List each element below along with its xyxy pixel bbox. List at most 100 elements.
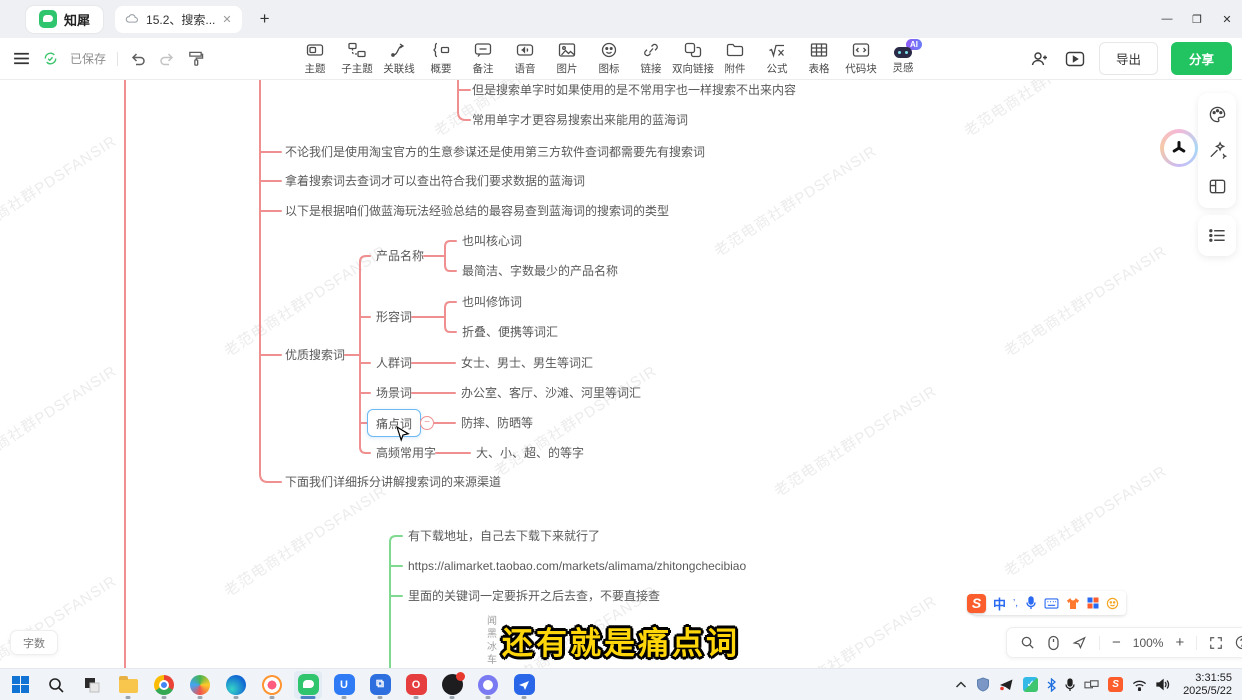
- tool-link[interactable]: 链接: [630, 38, 672, 79]
- video-tutorial-icon[interactable]: [1064, 49, 1086, 69]
- lang-mode-icon[interactable]: 中: [993, 594, 1006, 613]
- red-o-app-icon[interactable]: O: [402, 671, 430, 699]
- tool-relation-line[interactable]: 关联线: [378, 38, 420, 79]
- purple-ring-app-icon[interactable]: [474, 671, 502, 699]
- mindmap-node[interactable]: https://alimarket.taobao.com/markets/ali…: [408, 558, 746, 574]
- mindmap-canvas[interactable]: 老范电商社群PDSFANSIR 老范电商社群PDSFANSIR 老范电商社群PD…: [0, 80, 1242, 668]
- mindmap-node[interactable]: 以下是根据咱们做蓝海玩法经验总结的最容易查到蓝海词的搜索词的类型: [285, 203, 669, 219]
- telegram-icon[interactable]: [999, 678, 1014, 691]
- collaborators-icon[interactable]: [1029, 49, 1051, 69]
- wifi-icon[interactable]: [1132, 679, 1147, 691]
- tray-sogou-icon[interactable]: S: [1108, 677, 1123, 692]
- magic-wand-icon[interactable]: [1208, 141, 1227, 160]
- window-overlap-app-icon[interactable]: ⧉: [366, 671, 394, 699]
- chrome-icon[interactable]: [150, 671, 178, 699]
- mindmap-node[interactable]: 高频常用字: [376, 445, 436, 461]
- theme-palette-icon[interactable]: [1208, 105, 1227, 124]
- tool-table[interactable]: 表格: [798, 38, 840, 79]
- keyboard-icon[interactable]: [1044, 598, 1059, 609]
- tool-image[interactable]: 图片: [546, 38, 588, 79]
- mic-icon[interactable]: [1025, 596, 1037, 610]
- mindmap-node[interactable]: 女士、男士、男生等词汇: [461, 355, 593, 371]
- volume-icon[interactable]: [1156, 678, 1170, 691]
- redo-icon[interactable]: [158, 50, 176, 68]
- mindmap-node[interactable]: 不论我们是使用淘宝官方的生意参谋还是使用第三方软件查词都需要先有搜索词: [285, 144, 705, 160]
- ai-assistant-button[interactable]: [1160, 129, 1198, 167]
- mindmap-node[interactable]: 里面的关键词一定要拆开之后去查，不要直接查: [408, 588, 660, 604]
- edge-icon[interactable]: [222, 671, 250, 699]
- bluetooth-icon[interactable]: [1047, 678, 1056, 692]
- new-tab-button[interactable]: +: [260, 9, 270, 29]
- start-button[interactable]: [6, 671, 34, 699]
- mindmap-node[interactable]: 防摔、防晒等: [461, 415, 533, 431]
- blue-u-app-icon[interactable]: U: [330, 671, 358, 699]
- export-button[interactable]: 导出: [1099, 42, 1158, 75]
- mindmap-node[interactable]: 拿着搜索词去查词才可以查出符合我们要求数据的蓝海词: [285, 173, 585, 189]
- skin-shirt-icon[interactable]: [1066, 597, 1080, 610]
- help-icon[interactable]: [1235, 635, 1242, 650]
- tab-close-icon[interactable]: ✕: [222, 13, 231, 26]
- outline-list-icon[interactable]: [1208, 226, 1227, 245]
- tool-attachment[interactable]: 附件: [714, 38, 756, 79]
- display-duplicate-icon[interactable]: [1084, 679, 1099, 691]
- mindmap-node[interactable]: 人群词: [376, 355, 412, 371]
- mindmap-node[interactable]: 办公室、客厅、沙滩、河里等词汇: [461, 385, 641, 401]
- blue-plane-app-icon[interactable]: [510, 671, 538, 699]
- mindmap-node[interactable]: 折叠、便携等词汇: [462, 324, 558, 340]
- mindmap-node[interactable]: 产品名称: [376, 248, 424, 264]
- format-painter-icon[interactable]: [187, 50, 204, 67]
- minimize-button[interactable]: —: [1152, 13, 1182, 25]
- mindmap-node-quality[interactable]: 优质搜索词: [285, 347, 345, 363]
- tool-inspiration-ai[interactable]: AI 灵感: [882, 38, 924, 79]
- restore-button[interactable]: ❐: [1182, 13, 1212, 26]
- toolbox-grid-icon[interactable]: [1087, 597, 1099, 609]
- mindmap-node[interactable]: 形容词: [376, 309, 412, 325]
- mindmap-node[interactable]: 常用单字才更容易搜索出来能用的蓝海词: [472, 112, 688, 128]
- search-icon[interactable]: [1020, 635, 1035, 650]
- mindmap-node[interactable]: 大、小、超、的等字: [476, 445, 584, 461]
- zhixi-app-icon[interactable]: [294, 671, 322, 699]
- sogou-logo-icon[interactable]: S: [967, 594, 986, 613]
- zoom-in-button[interactable]: +: [1175, 634, 1184, 651]
- layout-structure-icon[interactable]: [1208, 177, 1227, 196]
- tool-code-block[interactable]: 代码块: [840, 38, 882, 79]
- word-count-badge[interactable]: 字数: [10, 630, 58, 655]
- share-button[interactable]: 分享: [1171, 42, 1232, 75]
- green-check-app-icon[interactable]: ✓: [1023, 677, 1038, 692]
- close-button[interactable]: ✕: [1212, 13, 1242, 26]
- mindmap-node[interactable]: 下面我们详细拆分讲解搜索词的来源渠道: [285, 474, 501, 490]
- mindmap-node-pain-selected[interactable]: 痛点词: [367, 409, 421, 437]
- tool-topic[interactable]: 主题: [294, 38, 336, 79]
- mindmap-node[interactable]: 有下载地址，自己去下载下来就行了: [408, 528, 600, 544]
- mindmap-node[interactable]: 也叫修饰词: [462, 294, 522, 310]
- zoom-out-button[interactable]: −: [1112, 634, 1121, 651]
- fullscreen-icon[interactable]: [1209, 636, 1223, 650]
- task-view-icon[interactable]: [78, 671, 106, 699]
- tool-subtopic[interactable]: 子主题: [336, 38, 378, 79]
- tool-icon-emoji[interactable]: 图标: [588, 38, 630, 79]
- app-home-button[interactable]: 知犀: [26, 6, 103, 33]
- browser-360-icon[interactable]: [186, 671, 214, 699]
- undo-icon[interactable]: [129, 50, 147, 68]
- mindmap-node[interactable]: 场景词: [376, 385, 412, 401]
- mindmap-node[interactable]: 也叫核心词: [462, 233, 522, 249]
- taskbar-search-icon[interactable]: [42, 671, 70, 699]
- file-explorer-icon[interactable]: [114, 671, 142, 699]
- security-shield-icon[interactable]: [976, 677, 990, 692]
- taskbar-clock[interactable]: 3:31:55 2025/5/22: [1183, 672, 1232, 698]
- navigate-icon[interactable]: [1072, 635, 1087, 650]
- tool-formula[interactable]: 公式: [756, 38, 798, 79]
- tool-bidirectional-link[interactable]: 双向链接: [672, 38, 714, 79]
- orange-app-icon[interactable]: [258, 671, 286, 699]
- menu-icon[interactable]: [12, 49, 31, 68]
- document-tab[interactable]: 15.2、搜索... ✕: [115, 6, 242, 33]
- mindmap-node[interactable]: 但是搜索单字时如果使用的是不常用字也一样搜索不出来内容: [472, 82, 796, 98]
- dark-app-notification-icon[interactable]: [438, 671, 466, 699]
- tool-voice[interactable]: 语音: [504, 38, 546, 79]
- mindmap-node[interactable]: 最简洁、字数最少的产品名称: [462, 263, 618, 279]
- emoji-face-icon[interactable]: [1106, 597, 1119, 610]
- punctuation-mode-icon[interactable]: ’,: [1013, 598, 1018, 609]
- tray-expand-icon[interactable]: [955, 681, 967, 689]
- tray-mic-icon[interactable]: [1065, 678, 1075, 692]
- tool-note[interactable]: 备注: [462, 38, 504, 79]
